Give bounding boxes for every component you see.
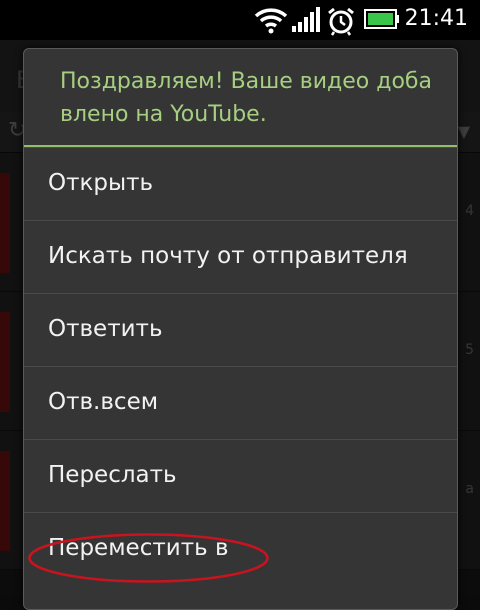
signal-icon — [292, 7, 320, 32]
battery-icon — [364, 9, 399, 29]
menu-item-label: Ответить — [48, 316, 163, 342]
menu-item-forward[interactable]: Переслать — [24, 439, 457, 512]
menu-item-label: Открыть — [48, 170, 154, 196]
menu-item-reply[interactable]: Ответить — [24, 293, 457, 366]
menu-item-open[interactable]: Открыть — [24, 147, 457, 220]
annotation-ellipse — [28, 533, 269, 583]
menu-item-label: Искать почту от отправителя — [48, 243, 408, 269]
menu-item-label: Отв.всем — [48, 389, 159, 415]
menu-item-search-sender[interactable]: Искать почту от отправителя — [24, 220, 457, 293]
status-bar: 21:41 — [0, 0, 480, 40]
dialog-title: Поздравляем! Ваше видео доба влено на Yo… — [60, 69, 432, 127]
context-menu-dialog: Поздравляем! Ваше видео доба влено на Yo… — [23, 48, 458, 610]
menu-item-reply-all[interactable]: Отв.всем — [24, 366, 457, 439]
wifi-icon — [254, 8, 288, 34]
alarm-icon — [328, 7, 354, 36]
clock: 21:41 — [404, 6, 468, 31]
menu-item-label: Переслать — [48, 462, 177, 488]
